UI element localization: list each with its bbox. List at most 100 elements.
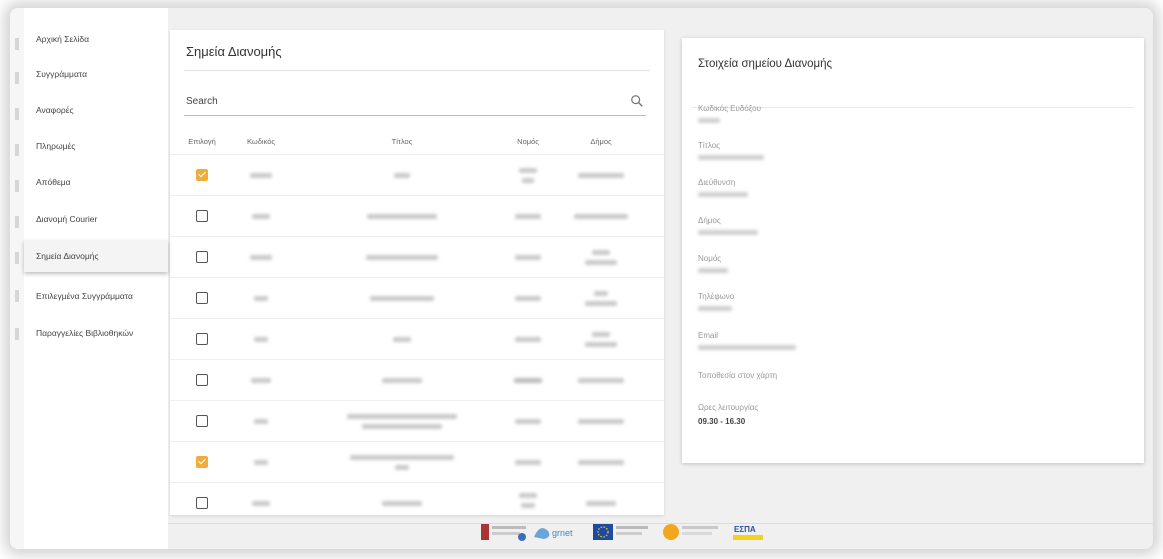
redacted-title bbox=[347, 414, 457, 419]
row-checkbox[interactable] bbox=[196, 210, 208, 222]
sidebar-item-payments[interactable]: Πληρωμές bbox=[24, 130, 168, 162]
redacted-municipality bbox=[578, 460, 624, 465]
redacted-title bbox=[350, 455, 454, 460]
table-row[interactable] bbox=[170, 236, 664, 277]
column-header-prefecture[interactable]: Νομός bbox=[517, 137, 539, 146]
table-row[interactable] bbox=[170, 482, 664, 515]
redacted-title bbox=[366, 255, 438, 260]
sidebar-item-label: Συγγράμματα bbox=[36, 69, 88, 79]
redacted-prefecture bbox=[521, 503, 535, 508]
sidebar-item-courier[interactable]: Διανομή Courier bbox=[24, 203, 168, 235]
title-divider bbox=[184, 70, 650, 71]
table-row[interactable] bbox=[170, 318, 664, 359]
redacted-prefecture bbox=[514, 378, 542, 383]
sidebar-item-label: Επιλεγμένα Συγγράμματα bbox=[36, 291, 133, 301]
row-checkbox[interactable] bbox=[196, 169, 208, 181]
espa-logo-icon: ΕΣΠΑ bbox=[733, 525, 763, 540]
redacted-prefecture bbox=[515, 460, 541, 465]
svg-text:ΕΣΠΑ: ΕΣΠΑ bbox=[734, 525, 756, 534]
redacted-code bbox=[254, 337, 268, 342]
row-checkbox[interactable] bbox=[196, 497, 208, 509]
redacted-prefecture bbox=[522, 178, 534, 183]
redacted-municipality bbox=[586, 501, 616, 506]
redacted-code bbox=[250, 255, 272, 260]
sidebar-item-label: Πληρωμές bbox=[36, 141, 76, 151]
table-row[interactable] bbox=[170, 400, 664, 441]
row-checkbox[interactable] bbox=[196, 251, 208, 263]
redacted-prefecture bbox=[515, 296, 541, 301]
redacted-title bbox=[394, 173, 410, 178]
field-label-email: Email bbox=[698, 331, 719, 340]
redacted-municipality bbox=[578, 419, 624, 424]
opening-hours-value: 09.30 - 16.30 bbox=[698, 417, 746, 426]
row-checkbox[interactable] bbox=[196, 292, 208, 304]
row-checkbox[interactable] bbox=[196, 415, 208, 427]
redacted-municipality bbox=[585, 301, 617, 306]
field-label-address: Διεύθυνση bbox=[698, 178, 736, 187]
page-title: Σημεία Διανομής bbox=[186, 44, 282, 59]
field-label-opening-hours: Ωρες λειτουργίας bbox=[698, 403, 759, 412]
row-checkbox[interactable] bbox=[196, 456, 208, 468]
redacted-title bbox=[367, 214, 437, 219]
table-row[interactable] bbox=[170, 195, 664, 236]
redacted-title bbox=[395, 465, 409, 470]
redacted-municipality bbox=[592, 332, 610, 337]
redacted-title bbox=[370, 296, 434, 301]
table-row[interactable] bbox=[170, 359, 664, 400]
redacted-address bbox=[698, 192, 748, 197]
sidebar-item-selected-textbooks[interactable]: Επιλεγμένα Συγγράμματα bbox=[24, 280, 168, 312]
app-window: Αρχική Σελίδα Συγγράμματα Αναφορές Πληρω… bbox=[10, 8, 1153, 549]
sidebar-item-library-orders[interactable]: Παραγγελίες Βιβλιοθηκών bbox=[24, 317, 168, 349]
sidebar-item-home[interactable]: Αρχική Σελίδα bbox=[24, 23, 168, 55]
details-title: Στοιχεία σημείου Διανομής bbox=[698, 58, 833, 70]
redacted-prefecture bbox=[519, 168, 537, 173]
redacted-municipality bbox=[574, 214, 628, 219]
redacted-municipality bbox=[592, 250, 610, 255]
redacted-municipality bbox=[594, 291, 608, 296]
table-row[interactable] bbox=[170, 277, 664, 318]
column-header-title[interactable]: Τίτλος bbox=[392, 137, 413, 146]
search-icon[interactable] bbox=[630, 94, 644, 108]
footer-divider bbox=[168, 523, 1153, 524]
redacted-title bbox=[382, 501, 422, 506]
sidebar-item-label: Απόθεμα bbox=[36, 177, 71, 187]
redacted-municipality bbox=[585, 260, 617, 265]
redacted-municipality bbox=[578, 378, 624, 383]
eu-logo-icon bbox=[593, 524, 648, 540]
distribution-point-details-card: Στοιχεία σημείου Διανομής Κωδικός Ευδόξο… bbox=[682, 38, 1144, 463]
sidebar-item-distribution-points[interactable]: Σημεία Διανομής bbox=[24, 240, 168, 272]
redacted-title bbox=[382, 378, 422, 383]
redacted-prefecture bbox=[515, 214, 541, 219]
svg-text:grnet: grnet bbox=[552, 528, 573, 538]
row-checkbox[interactable] bbox=[196, 374, 208, 386]
sidebar-item-label: Αναφορές bbox=[36, 105, 74, 115]
redacted-prefecture bbox=[519, 493, 537, 498]
redacted-phone bbox=[698, 306, 732, 311]
left-rail bbox=[10, 8, 24, 549]
row-checkbox[interactable] bbox=[196, 333, 208, 345]
column-header-select[interactable]: Επιλογή bbox=[188, 137, 216, 146]
redacted-title bbox=[362, 424, 442, 429]
redacted-prefecture bbox=[515, 337, 541, 342]
sidebar-item-textbooks[interactable]: Συγγράμματα bbox=[24, 58, 168, 90]
table-row[interactable] bbox=[170, 441, 664, 482]
redacted-title bbox=[393, 337, 411, 342]
redacted-code bbox=[252, 214, 270, 219]
table-row[interactable] bbox=[170, 154, 664, 195]
distribution-points-card: Σημεία Διανομής Search Επιλογή Κωδικός Τ… bbox=[170, 30, 664, 515]
field-label-municipality: Δήμος bbox=[698, 216, 721, 225]
sidebar-item-label: Σημεία Διανομής bbox=[36, 251, 99, 261]
grnet-logo-icon: grnet bbox=[534, 528, 573, 539]
field-label-map-location: Τοποθεσία στον χάρτη bbox=[698, 371, 778, 380]
column-header-code[interactable]: Κωδικός bbox=[247, 137, 275, 146]
sidebar-item-reports[interactable]: Αναφορές bbox=[24, 94, 168, 126]
sidebar-item-label: Παραγγελίες Βιβλιοθηκών bbox=[36, 328, 134, 338]
column-header-municipality[interactable]: Δήμος bbox=[590, 137, 611, 146]
sidebar-item-stock[interactable]: Απόθεμα bbox=[24, 166, 168, 198]
search-input[interactable]: Search bbox=[184, 92, 646, 116]
redacted-prefecture-value bbox=[698, 268, 728, 273]
redacted-code bbox=[254, 419, 268, 424]
redacted-eudoxus-code bbox=[698, 118, 720, 123]
redacted-code bbox=[251, 378, 271, 383]
redacted-municipality-value bbox=[698, 230, 758, 235]
